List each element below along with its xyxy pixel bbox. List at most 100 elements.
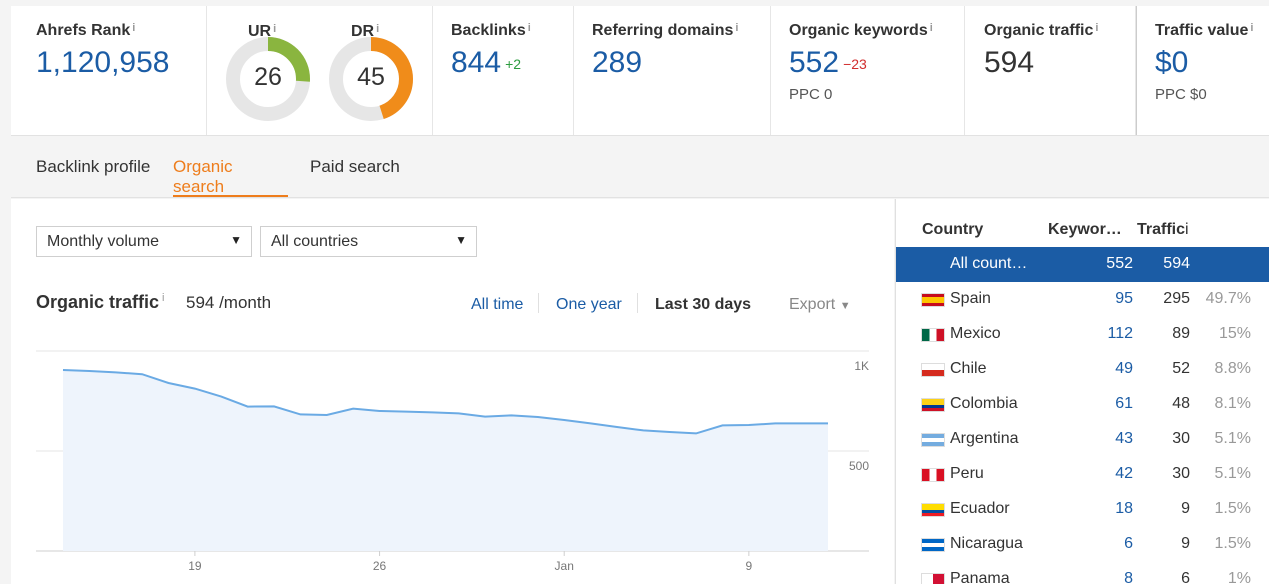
metric-delta: −23 — [843, 56, 867, 73]
table-row[interactable]: All count… 552 594 — [896, 247, 1269, 282]
country-keywords[interactable]: 112 — [1107, 325, 1133, 343]
country-keywords[interactable]: 6 — [1124, 535, 1133, 553]
info-icon[interactable]: i — [376, 23, 379, 35]
metric-referring-domains[interactable]: Referring domains i 289 — [574, 6, 771, 135]
table-row[interactable]: Chile 49 52 8.8% — [896, 352, 1269, 387]
country-traffic-share: 8.8% — [1214, 360, 1251, 377]
country-name[interactable]: Argentina — [950, 430, 1019, 448]
table-row[interactable]: Colombia 61 48 8.1% — [896, 387, 1269, 422]
country-traffic-share: 1% — [1227, 570, 1251, 584]
country-name[interactable]: Peru — [950, 465, 984, 483]
x-tick-label: 19 — [188, 559, 202, 573]
country-traffic-share: 5.1% — [1214, 430, 1251, 447]
metrics-bar: Ahrefs Ranki 1,120,958 26 URi 45 DRi — [11, 6, 1269, 136]
spain-flag-icon — [921, 293, 945, 307]
country-traffic: 30 — [1172, 465, 1190, 482]
country-traffic-share: 8.1% — [1214, 395, 1251, 412]
country-traffic: 30 — [1172, 430, 1190, 447]
country-traffic: 9 — [1181, 500, 1190, 517]
country-traffic: 52 — [1172, 360, 1190, 377]
ecuador-flag-icon — [921, 503, 945, 517]
country-traffic: 9 — [1181, 535, 1190, 552]
ur-label: UR — [248, 23, 272, 40]
info-icon[interactable]: i — [735, 22, 738, 34]
table-row[interactable]: Panama 8 6 1% — [896, 562, 1269, 584]
metric-value: $0 — [1155, 46, 1189, 79]
info-icon[interactable]: i — [930, 22, 933, 34]
colombia-flag-icon — [921, 398, 945, 412]
metric-traffic-value[interactable]: Traffic value i $0 PPC $0 — [1136, 6, 1269, 135]
table-row[interactable]: Peru 42 30 5.1% — [896, 457, 1269, 492]
dr-gauge[interactable]: 45 — [326, 34, 416, 124]
country-traffic-share: 5.1% — [1214, 465, 1251, 482]
metric-sub: PPC 0 — [789, 86, 833, 103]
metric-value: 594 — [984, 46, 1035, 79]
country-name[interactable]: Spain — [950, 290, 991, 308]
traffic-area — [63, 370, 828, 551]
x-tick-label: Jan — [555, 559, 574, 573]
column-header-country[interactable]: Country — [922, 221, 983, 239]
table-row[interactable]: Mexico 112 89 15% — [896, 317, 1269, 352]
country-keywords[interactable]: 8 — [1124, 570, 1133, 584]
table-row[interactable]: Argentina 43 30 5.1% — [896, 422, 1269, 457]
column-header-keywords[interactable]: Keywor… — [1048, 221, 1122, 239]
argentina-flag-icon — [921, 433, 945, 447]
country-keywords[interactable]: 95 — [1115, 290, 1133, 308]
chile-flag-icon — [921, 363, 945, 377]
column-header-traffic[interactable]: Traffic — [1137, 221, 1185, 238]
table-row[interactable]: Ecuador 18 9 1.5% — [896, 492, 1269, 527]
info-icon[interactable]: i — [273, 23, 276, 35]
metric-organic-keywords[interactable]: Organic keywords i 552 −23 PPC 0 — [771, 6, 965, 135]
info-icon[interactable]: i — [1095, 22, 1098, 34]
table-row[interactable]: Nicaragua 6 9 1.5% — [896, 527, 1269, 562]
ur-value: 26 — [254, 63, 282, 91]
country-table: Country Keywor… Traffici All count… 552 59… — [895, 199, 1269, 584]
country-name[interactable]: Colombia — [950, 395, 1018, 413]
tab-organic-search[interactable]: Organic search — [173, 157, 288, 197]
mexico-flag-icon — [921, 328, 945, 342]
country-keywords[interactable]: 43 — [1115, 430, 1133, 448]
ur-gauge[interactable]: 26 — [223, 34, 313, 124]
traffic-chart: 1K 500 19 26 Jan 9 — [36, 350, 869, 573]
info-icon[interactable]: i — [528, 22, 531, 34]
metric-organic-traffic[interactable]: Organic traffic i 594 — [965, 6, 1136, 135]
country-name[interactable]: Chile — [950, 360, 986, 378]
country-name[interactable]: Mexico — [950, 325, 1001, 343]
info-icon[interactable]: i — [1250, 22, 1253, 34]
metric-delta: +2 — [505, 56, 522, 73]
dr-value: 45 — [357, 63, 385, 91]
tab-paid-search[interactable]: Paid search — [310, 157, 400, 197]
metric-backlinks[interactable]: Backlinks i 844 +2 — [433, 6, 574, 135]
tab-backlink-profile[interactable]: Backlink profile — [36, 157, 150, 197]
metric-label: Organic keywords — [789, 22, 928, 39]
metric-ahrefs-rank[interactable]: Ahrefs Rank i 1,120,958 — [11, 6, 207, 135]
country-name[interactable]: All count… — [950, 255, 1027, 273]
country-traffic-share: 49.7% — [1205, 290, 1251, 307]
country-traffic: 594 — [1163, 255, 1190, 272]
metric-label: Organic traffic — [984, 22, 1094, 39]
y-tick-label: 500 — [849, 459, 869, 473]
panama-flag-icon — [921, 573, 945, 584]
country-keywords[interactable]: 18 — [1115, 500, 1133, 518]
metric-sub: PPC $0 — [1155, 86, 1207, 103]
info-icon[interactable]: i — [1185, 221, 1189, 238]
section-tabs: Backlink profile Organic search Paid sea… — [11, 137, 1269, 198]
peru-flag-icon — [921, 468, 945, 482]
country-keywords[interactable]: 552 — [1106, 255, 1133, 273]
metric-value: 552 — [789, 46, 840, 79]
metric-label: Ahrefs Rank — [36, 22, 131, 39]
country-traffic-share: 1.5% — [1214, 500, 1251, 517]
country-name[interactable]: Panama — [950, 570, 1010, 584]
country-keywords[interactable]: 42 — [1115, 465, 1133, 483]
country-name[interactable]: Nicaragua — [950, 535, 1023, 553]
country-keywords[interactable]: 49 — [1115, 360, 1133, 378]
country-traffic: 48 — [1172, 395, 1190, 412]
table-row[interactable]: Spain 95 295 49.7% — [896, 282, 1269, 317]
metric-value: 289 — [592, 46, 643, 79]
page: Ahrefs Ranki 1,120,958 26 URi 45 DRi — [0, 0, 1269, 584]
country-traffic: 6 — [1181, 570, 1190, 584]
country-name[interactable]: Ecuador — [950, 500, 1010, 518]
country-keywords[interactable]: 61 — [1115, 395, 1133, 413]
info-icon[interactable]: i — [132, 22, 135, 34]
country-traffic: 295 — [1163, 290, 1190, 307]
